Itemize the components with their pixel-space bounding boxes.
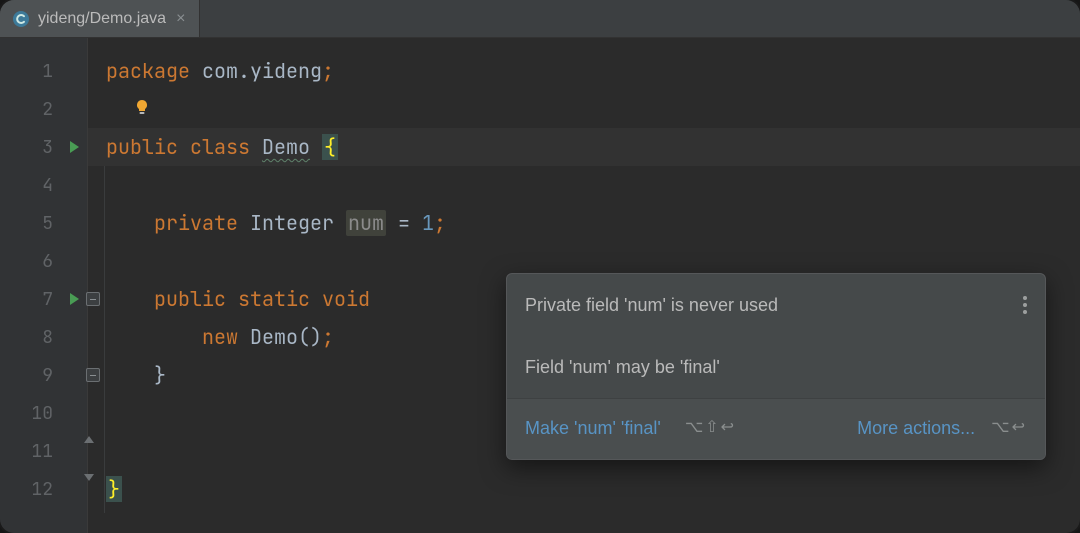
close-tab-icon[interactable]: ×	[174, 10, 187, 28]
keyword: package	[106, 58, 190, 84]
fold-end-icon[interactable]	[84, 436, 94, 443]
inspection-text: Field 'num' may be 'final'	[525, 348, 720, 386]
file-tab[interactable]: yideng/Demo.java ×	[0, 0, 200, 37]
tab-bar: yideng/Demo.java ×	[0, 0, 1080, 38]
more-actions-link[interactable]: More actions...	[857, 409, 975, 447]
tab-label: yideng/Demo.java	[38, 10, 166, 28]
number-literal: 1	[422, 210, 434, 236]
more-options-icon[interactable]	[1023, 296, 1027, 314]
fold-toggle-icon[interactable]	[86, 368, 100, 382]
line-number: 5	[42, 212, 53, 235]
quick-fix-link[interactable]: Make 'num' 'final'	[525, 409, 661, 447]
keyword: public	[106, 134, 178, 160]
gutter-line: 9	[0, 356, 87, 394]
text: =	[386, 210, 422, 236]
semicolon: ;	[322, 324, 334, 350]
inspection-message: Field 'num' may be 'final'	[507, 336, 1045, 398]
gutter-line: 10	[0, 394, 87, 432]
code-line[interactable]	[88, 166, 1080, 204]
code-line[interactable]	[88, 90, 1080, 128]
code-line[interactable]: private Integer num = 1;	[88, 204, 1080, 242]
gutter-line: 8	[0, 318, 87, 356]
line-number: 8	[42, 326, 53, 349]
brace: }	[106, 476, 122, 502]
gutter-line: 6	[0, 242, 87, 280]
brace: }	[154, 362, 166, 388]
inspection-message: Private field 'num' is never used	[507, 274, 1045, 336]
keyword: static	[238, 286, 310, 312]
line-number: 7	[42, 288, 53, 311]
line-number: 12	[31, 478, 53, 501]
class-name: Demo	[262, 134, 310, 160]
gutter-line: 1	[0, 52, 87, 90]
run-gutter-icon[interactable]	[70, 293, 79, 305]
java-class-icon	[12, 10, 30, 28]
code-area[interactable]: package com.yideng; public class Demo { …	[88, 38, 1080, 533]
line-number: 10	[31, 402, 53, 425]
field-name: num	[346, 210, 386, 236]
intention-bulb-icon[interactable]	[132, 92, 152, 130]
type: Integer	[250, 210, 334, 236]
gutter-line: 2	[0, 90, 87, 128]
gutter-line: 7	[0, 280, 87, 318]
line-number: 1	[42, 60, 53, 83]
keyword: new	[202, 324, 238, 350]
fold-toggle-icon[interactable]	[86, 292, 100, 306]
code-line[interactable]: public class Demo {	[88, 128, 1080, 166]
fold-end-icon[interactable]	[84, 474, 94, 481]
gutter-line: 4	[0, 166, 87, 204]
editor-content: 1 2 3 4 5 6 7 8 9 10 11 12 package com.y…	[0, 38, 1080, 533]
code-line[interactable]: package com.yideng;	[88, 52, 1080, 90]
inspection-popup: Private field 'num' is never used Field …	[506, 273, 1046, 460]
keyword: public	[154, 286, 226, 312]
gutter-line: 3	[0, 128, 87, 166]
semicolon: ;	[434, 210, 446, 236]
gutter-line: 12	[0, 470, 87, 508]
run-gutter-icon[interactable]	[70, 141, 79, 153]
shortcut-hint: ⌥↩	[991, 409, 1027, 447]
gutter: 1 2 3 4 5 6 7 8 9 10 11 12	[0, 38, 88, 533]
inspection-text: Private field 'num' is never used	[525, 286, 778, 324]
gutter-line: 11	[0, 432, 87, 470]
gutter-line: 5	[0, 204, 87, 242]
line-number: 3	[42, 136, 53, 159]
constructor-call: Demo()	[250, 324, 322, 350]
line-number: 2	[42, 98, 53, 121]
line-number: 9	[42, 364, 53, 387]
brace: {	[322, 134, 338, 160]
editor-window: yideng/Demo.java × 1 2 3 4 5 6 7 8 9 10 …	[0, 0, 1080, 533]
keyword: void	[322, 286, 370, 312]
line-number: 4	[42, 174, 53, 197]
line-number: 11	[31, 440, 53, 463]
code-line[interactable]: }	[88, 470, 1080, 508]
package-name: com.yideng	[202, 58, 322, 84]
line-number: 6	[42, 250, 53, 273]
inspection-actions: Make 'num' 'final' ⌥⇧↩ More actions... ⌥…	[507, 398, 1045, 459]
keyword: private	[154, 210, 238, 236]
shortcut-hint: ⌥⇧↩	[685, 409, 736, 447]
semicolon: ;	[322, 58, 334, 84]
keyword: class	[190, 134, 250, 160]
